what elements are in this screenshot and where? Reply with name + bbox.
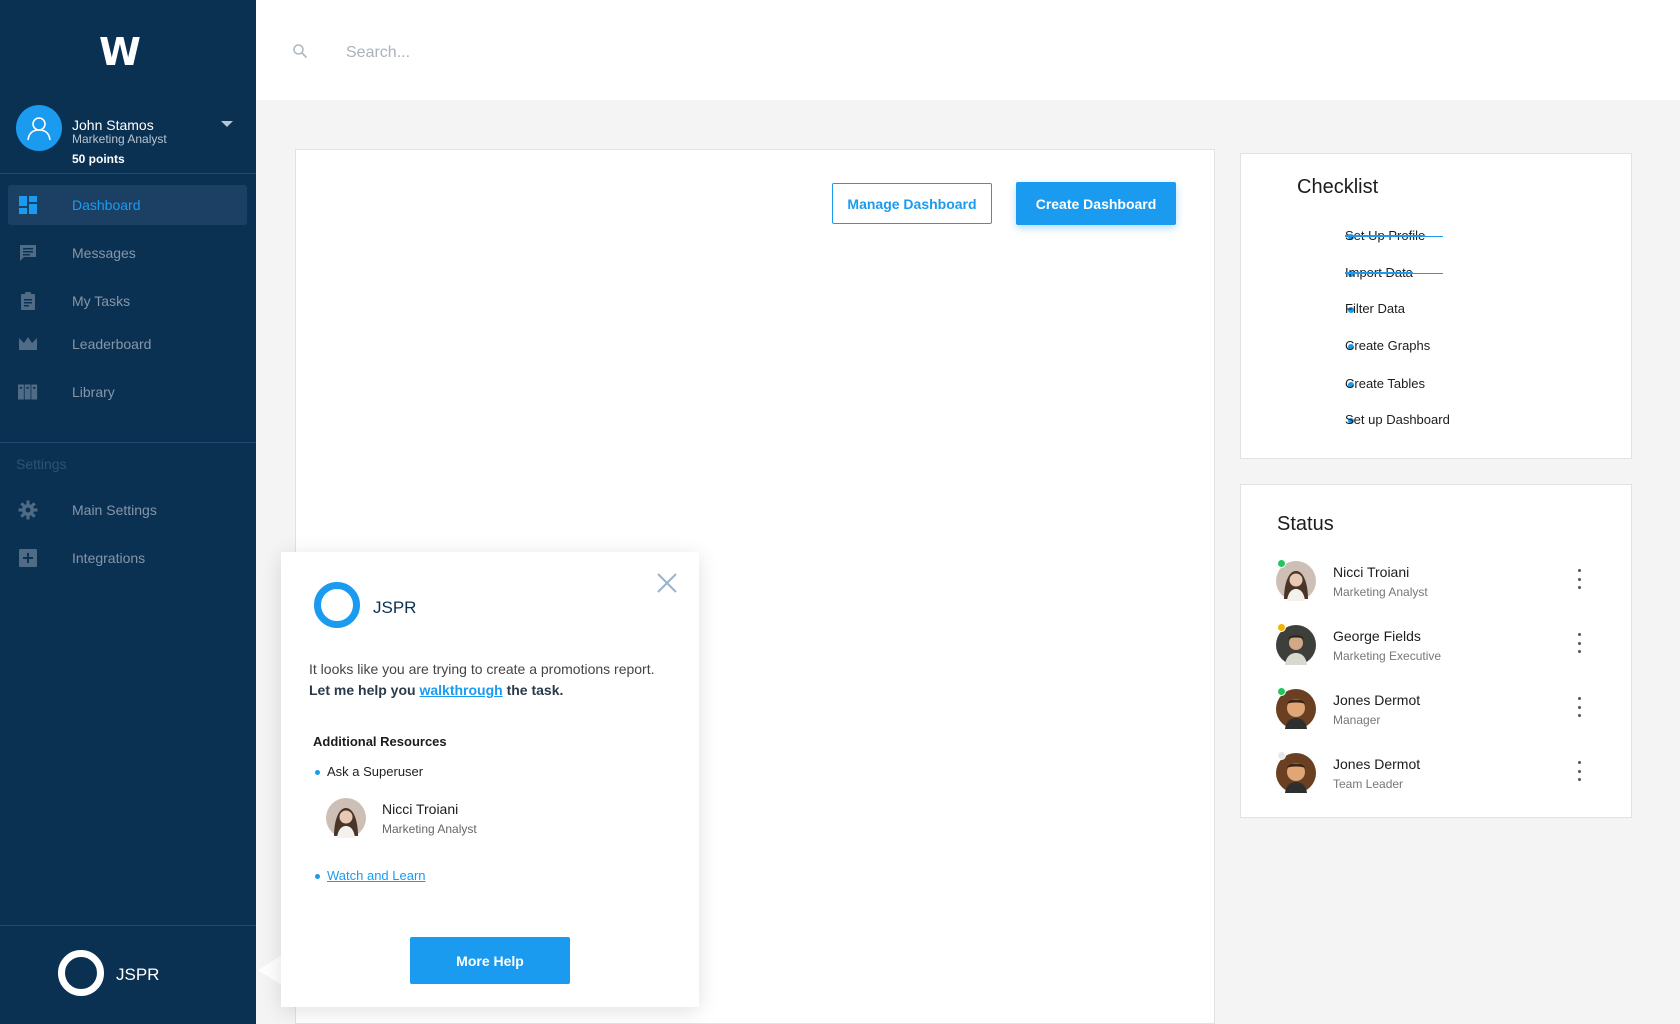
plus-box-icon	[19, 549, 37, 567]
sidebar: W John Stamos Marketing Analyst 50 point…	[0, 0, 256, 1024]
chevron-down-icon[interactable]	[221, 121, 233, 127]
sidebar-item-main-settings[interactable]: Main Settings	[8, 490, 247, 530]
assistant-ring-icon	[58, 950, 104, 996]
superuser-role: Marketing Analyst	[382, 822, 477, 836]
more-vertical-icon[interactable]	[1576, 633, 1582, 653]
sidebar-item-integrations[interactable]: Integrations	[8, 538, 247, 578]
assistant-name: JSPR	[116, 965, 160, 984]
popup-message-text: Let me help you	[309, 682, 420, 698]
status-title: Status	[1277, 513, 1334, 535]
sidebar-item-label: Dashboard	[72, 197, 141, 213]
status-row[interactable]: Nicci Troiani Marketing Analyst	[1276, 559, 1596, 611]
status-row[interactable]: Jones Dermot Manager	[1276, 687, 1596, 739]
sidebar-item-label: Library	[72, 384, 115, 400]
divider	[0, 442, 256, 443]
manage-dashboard-button[interactable]: Manage Dashboard	[832, 183, 992, 224]
walkthrough-link[interactable]: walkthrough	[419, 682, 502, 698]
search-icon	[293, 44, 308, 59]
close-icon[interactable]	[654, 570, 680, 596]
person-name: Jones Dermot	[1333, 692, 1421, 708]
avatar	[326, 798, 366, 838]
app-logo[interactable]: W	[0, 30, 240, 74]
sidebar-item-my-tasks[interactable]: My Tasks	[8, 281, 247, 321]
sidebar-item-messages[interactable]: Messages	[8, 233, 247, 273]
more-vertical-icon[interactable]	[1576, 697, 1582, 717]
person-role: Marketing Executive	[1333, 649, 1442, 663]
checklist-item-create-graphs[interactable]: Create Graphs	[1345, 338, 1430, 353]
person-name: Jones Dermot	[1333, 756, 1421, 772]
create-dashboard-button[interactable]: Create Dashboard	[1016, 182, 1176, 225]
popup-message-help: Let me help you walkthrough the task.	[309, 682, 563, 698]
crown-icon	[19, 337, 37, 350]
assistant-ring-icon	[314, 582, 360, 628]
sidebar-item-label: Messages	[72, 245, 136, 261]
sidebar-item-label: My Tasks	[72, 293, 131, 309]
clipboard-icon	[21, 292, 35, 310]
presence-dot	[1277, 687, 1286, 696]
checklist-card: Checklist Set Up Profile Import Data Fil…	[1240, 153, 1632, 459]
presence-dot	[1277, 751, 1286, 760]
sidebar-item-library[interactable]: Library	[8, 372, 247, 412]
settings-heading: Settings	[16, 456, 67, 472]
more-vertical-icon[interactable]	[1576, 569, 1582, 589]
more-vertical-icon[interactable]	[1576, 761, 1582, 781]
status-row[interactable]: Jones Dermot Team Leader	[1276, 751, 1596, 803]
list-bullet	[315, 874, 320, 879]
divider	[0, 173, 256, 174]
assistant-popup: JSPR It looks like you are trying to cre…	[281, 552, 699, 1007]
assistant-launcher[interactable]: JSPR	[58, 950, 238, 998]
user-points: 50 points	[72, 152, 125, 166]
more-help-button[interactable]: More Help	[410, 937, 570, 984]
list-bullet	[315, 770, 320, 775]
popup-pointer	[258, 955, 282, 985]
sidebar-item-dashboard[interactable]: Dashboard	[8, 185, 247, 225]
dashboard-icon	[19, 196, 37, 214]
user-name: John Stamos	[72, 117, 154, 133]
sidebar-item-label: Integrations	[72, 550, 146, 566]
search-input[interactable]	[346, 36, 946, 70]
strikethrough-line	[1345, 236, 1443, 237]
status-card: Status Nicci Troiani Marketing Analyst G…	[1240, 484, 1632, 818]
watch-and-learn-link[interactable]: Watch and Learn	[327, 868, 426, 883]
top-bar	[256, 0, 1680, 100]
user-profile[interactable]: John Stamos Marketing Analyst 50 points	[16, 105, 244, 166]
person-name: George Fields	[1333, 628, 1421, 644]
resources-heading: Additional Resources	[313, 734, 447, 749]
presence-dot	[1277, 559, 1286, 568]
checklist-item-filter-data[interactable]: Filter Data	[1345, 301, 1405, 316]
library-icon	[18, 384, 38, 400]
checklist-title: Checklist	[1297, 176, 1379, 198]
popup-message: It looks like you are trying to create a…	[309, 661, 655, 677]
checklist-item-create-tables[interactable]: Create Tables	[1345, 376, 1425, 391]
user-avatar-icon	[16, 105, 62, 151]
superuser-name[interactable]: Nicci Troiani	[382, 801, 458, 817]
divider	[0, 925, 256, 926]
sidebar-item-leaderboard[interactable]: Leaderboard	[8, 324, 247, 364]
sidebar-item-label: Main Settings	[72, 502, 157, 518]
person-role: Marketing Analyst	[1333, 585, 1428, 599]
message-icon	[20, 245, 36, 261]
user-role: Marketing Analyst	[72, 132, 167, 146]
strikethrough-line	[1345, 273, 1443, 274]
person-name: Nicci Troiani	[1333, 564, 1410, 580]
sidebar-item-label: Leaderboard	[72, 336, 152, 352]
checklist-item-set-up-dashboard[interactable]: Set up Dashboard	[1345, 412, 1450, 427]
person-role: Manager	[1333, 713, 1381, 727]
popup-title: JSPR	[373, 598, 417, 617]
popup-message-text: the task.	[502, 682, 564, 698]
gear-icon	[18, 500, 38, 520]
ask-superuser-item[interactable]: Ask a Superuser	[327, 764, 423, 779]
status-row[interactable]: George Fields Marketing Executive	[1276, 623, 1596, 675]
presence-dot	[1277, 623, 1286, 632]
person-role: Team Leader	[1333, 777, 1404, 791]
